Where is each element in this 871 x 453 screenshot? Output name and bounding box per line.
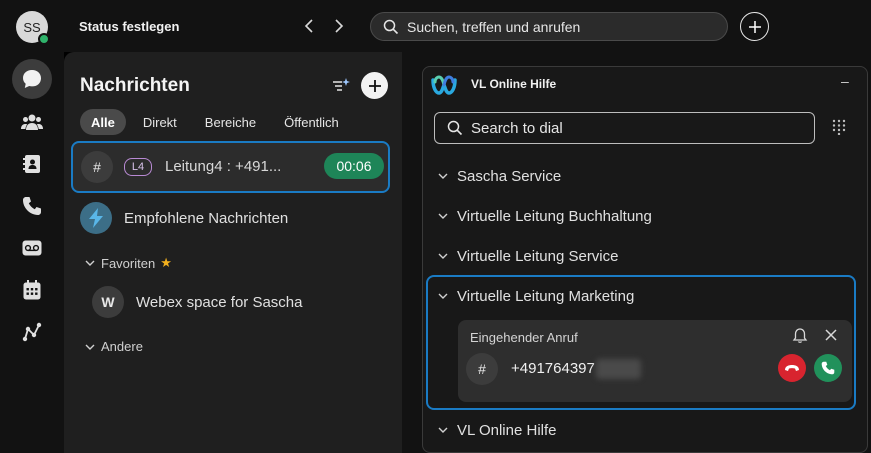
call-timer-badge[interactable]: 00:06 xyxy=(324,153,384,179)
line-label: VL Online Hilfe xyxy=(457,421,557,439)
list-item-label: Empfohlene Nachrichten xyxy=(124,209,289,227)
list-item-title: Leitung4 : +491... xyxy=(165,158,282,175)
plus-icon xyxy=(748,20,761,33)
hangup-icon xyxy=(785,365,799,371)
analytics-icon[interactable] xyxy=(12,312,52,352)
filter-tabs: Alle Direkt Bereiche Öffentlich xyxy=(80,109,356,135)
chevron-down-icon xyxy=(438,173,448,179)
forward-arrow-icon[interactable] xyxy=(329,15,349,37)
plus-icon xyxy=(368,79,381,92)
vl-online-hilfe-panel: VL Online Hilfe – Search to dial Sascha … xyxy=(422,66,868,453)
chevron-down-icon xyxy=(438,427,448,433)
section-favorites[interactable]: Favoriten ★ xyxy=(84,255,172,271)
line-item-sascha-service[interactable]: Sascha Service xyxy=(437,165,561,187)
global-search-placeholder: Suchen, treffen und anrufen xyxy=(407,18,581,35)
avatar-initials: SS xyxy=(23,19,41,35)
line-item-vl-online-hilfe[interactable]: VL Online Hilfe xyxy=(437,419,557,441)
caller-avatar: # xyxy=(466,353,498,385)
space-avatar: # xyxy=(81,151,113,183)
back-arrow-icon[interactable] xyxy=(299,15,319,37)
voicemail-icon[interactable] xyxy=(12,228,52,268)
list-item-recommended[interactable]: Empfohlene Nachrichten xyxy=(80,202,288,234)
tab-alle[interactable]: Alle xyxy=(80,109,126,135)
section-label: Andere xyxy=(101,339,143,354)
star-icon: ★ xyxy=(160,255,172,270)
line-item-marketing[interactable]: Virtuelle Leitung Marketing xyxy=(437,285,634,307)
chevron-down-icon xyxy=(85,344,95,350)
webex-logo-icon xyxy=(431,75,457,95)
chevron-down-icon xyxy=(85,260,95,266)
search-icon xyxy=(383,19,399,34)
chevron-down-icon xyxy=(438,253,448,259)
user-avatar[interactable]: SS xyxy=(16,11,50,45)
line-item-buchhaltung[interactable]: Virtuelle Leitung Buchhaltung xyxy=(437,205,652,227)
line-item-service[interactable]: Virtuelle Leitung Service xyxy=(437,245,618,267)
section-others[interactable]: Andere xyxy=(84,339,143,354)
decline-call-button[interactable] xyxy=(778,354,806,382)
chat-icon[interactable] xyxy=(12,59,52,99)
dialpad-icon[interactable] xyxy=(831,119,847,135)
top-bar: SS Status festlegen Suchen, treffen und … xyxy=(0,0,871,52)
phone-icon[interactable] xyxy=(12,186,52,226)
people-icon[interactable] xyxy=(12,102,52,142)
new-action-button[interactable] xyxy=(740,12,769,41)
tab-direkt[interactable]: Direkt xyxy=(132,109,188,135)
content-area: VL Online Hilfe – Search to dial Sascha … xyxy=(402,52,871,453)
left-nav-rail xyxy=(0,52,64,453)
presence-indicator xyxy=(38,33,50,45)
space-avatar: W xyxy=(92,286,124,318)
caller-number: +491764397 xyxy=(511,360,595,377)
incoming-call-card: Eingehender Anruf # +491764397 xyxy=(458,320,852,402)
line-badge: L4 xyxy=(124,158,152,176)
line-label: Virtuelle Leitung Buchhaltung xyxy=(457,207,652,225)
tab-bereiche[interactable]: Bereiche xyxy=(194,109,267,135)
search-icon xyxy=(447,120,463,136)
line-label: Sascha Service xyxy=(457,167,562,185)
list-item-label: Webex space for Sascha xyxy=(136,293,303,311)
section-label: Favoriten xyxy=(101,255,156,271)
messages-panel: Nachrichten Alle Direkt Bereiche Öffentl… xyxy=(64,52,402,453)
phone-icon xyxy=(821,361,835,375)
list-item-webex-space[interactable]: W Webex space for Sascha xyxy=(92,286,302,318)
redacted-number-blur xyxy=(596,359,641,379)
bolt-icon xyxy=(80,202,112,234)
status-label[interactable]: Status festlegen xyxy=(79,19,179,34)
minimize-button[interactable]: – xyxy=(841,73,849,89)
dial-search-input[interactable]: Search to dial xyxy=(434,112,815,144)
tab-oeffentlich[interactable]: Öffentlich xyxy=(273,109,350,135)
new-message-button[interactable] xyxy=(361,72,388,99)
accept-call-button[interactable] xyxy=(814,354,842,382)
calendar-icon[interactable] xyxy=(12,270,52,310)
list-item-leitung4[interactable]: # L4 Leitung4 : +491... 00:06 xyxy=(71,141,390,193)
contacts-icon[interactable] xyxy=(12,144,52,184)
close-icon[interactable] xyxy=(824,328,838,342)
line-label: Virtuelle Leitung Marketing xyxy=(457,287,635,305)
chevron-down-icon xyxy=(438,213,448,219)
bell-icon[interactable] xyxy=(792,328,808,344)
dial-search-placeholder: Search to dial xyxy=(471,119,563,137)
page-title: Nachrichten xyxy=(80,75,190,96)
incoming-call-title: Eingehender Anruf xyxy=(470,330,578,345)
filter-sparkle-icon[interactable] xyxy=(332,76,350,94)
global-search-input[interactable]: Suchen, treffen und anrufen xyxy=(370,12,728,41)
line-label: Virtuelle Leitung Service xyxy=(457,247,619,265)
panel-title: VL Online Hilfe xyxy=(471,77,557,91)
chevron-down-icon xyxy=(438,293,448,299)
